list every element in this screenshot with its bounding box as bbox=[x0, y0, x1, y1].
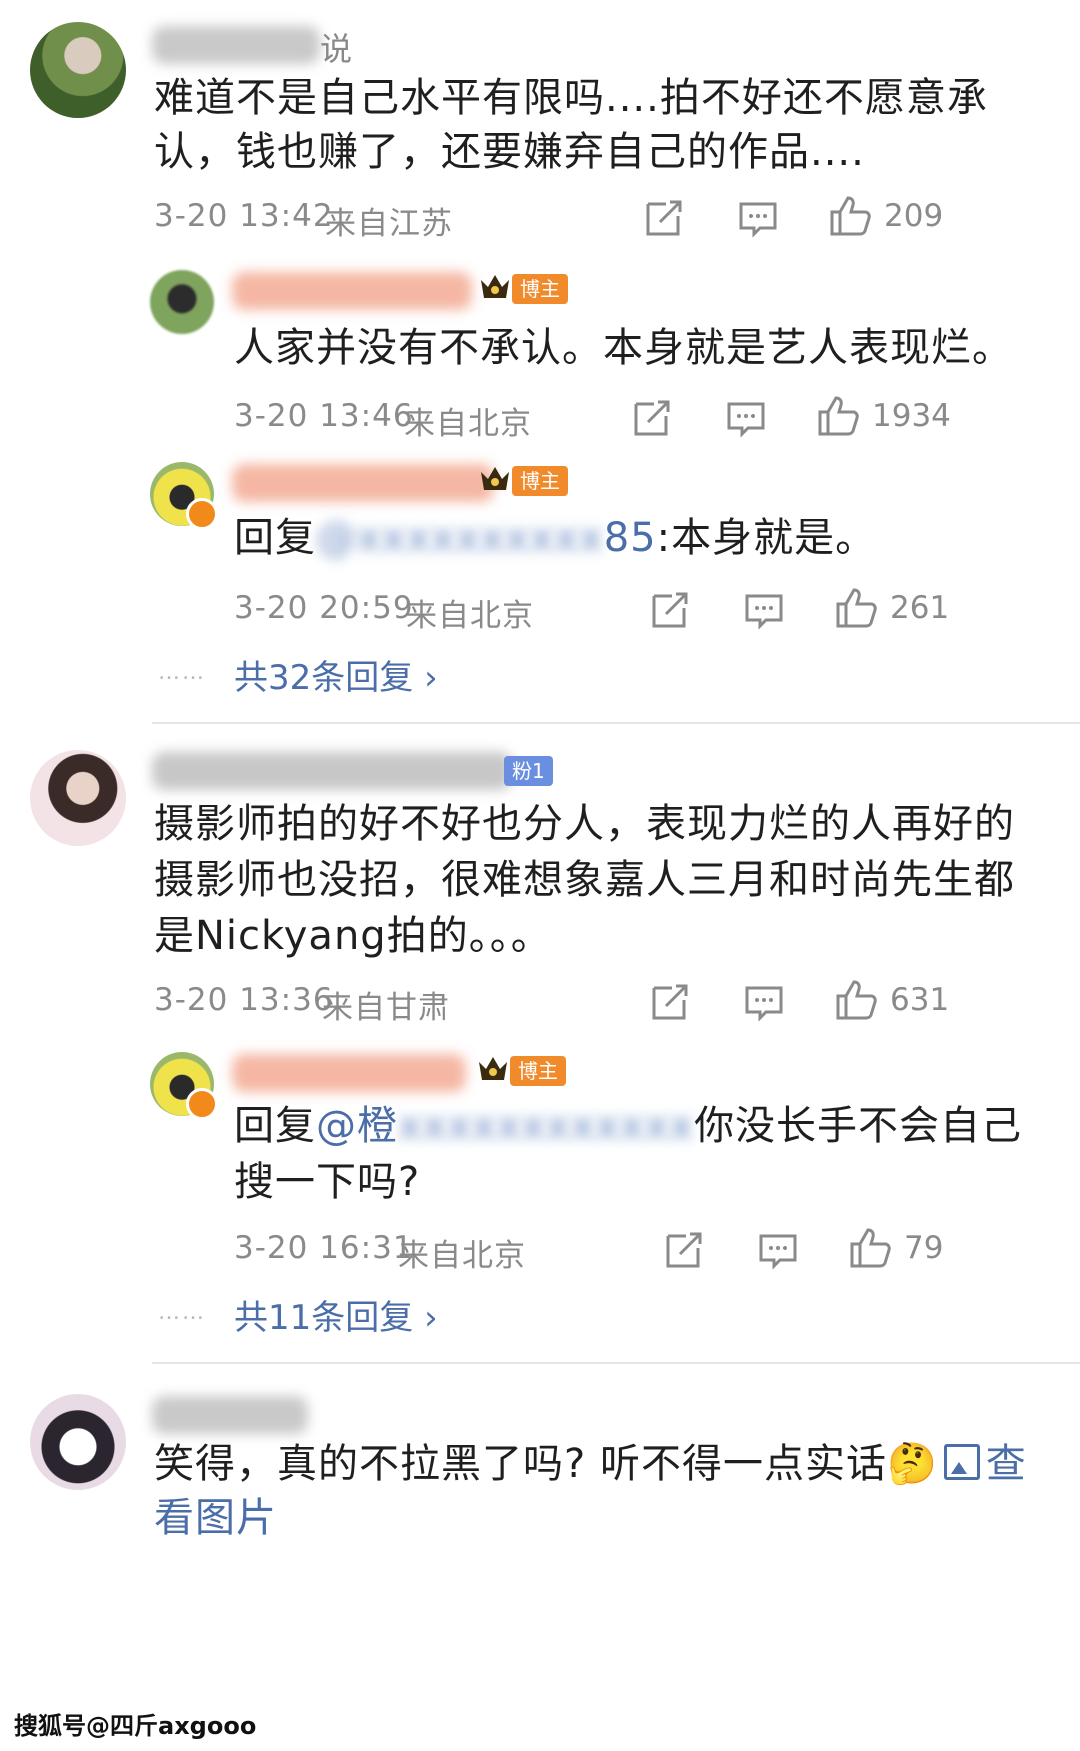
more-dots: …… bbox=[158, 1300, 206, 1325]
like-icon[interactable] bbox=[816, 394, 860, 438]
crown-icon bbox=[478, 270, 512, 304]
thinking-emoji-icon: 🤔 bbox=[886, 1441, 938, 1487]
comment-text-line: 笑得，真的不拉黑了吗? 听不得一点实话🤔 查 bbox=[154, 1434, 1027, 1494]
share-icon[interactable] bbox=[630, 396, 674, 440]
like-icon[interactable] bbox=[828, 194, 872, 238]
comment-text-line: 摄影师也没招，很难想象嘉人三月和时尚先生都 bbox=[154, 857, 1015, 903]
username-blurred[interactable] bbox=[232, 464, 494, 502]
reply-text-line: 搜一下吗? bbox=[234, 1159, 421, 1205]
like-count: 209 bbox=[884, 198, 944, 234]
username-blurred[interactable] bbox=[152, 26, 320, 64]
comment-text-line: 是Nickyang拍的。。。 bbox=[154, 913, 552, 959]
author-badge: 博主 bbox=[512, 274, 568, 304]
crown-icon bbox=[476, 1052, 510, 1086]
avatar[interactable] bbox=[30, 750, 126, 846]
comment-location: 来自甘肃 bbox=[322, 990, 450, 1026]
like-icon[interactable] bbox=[834, 586, 878, 630]
comment-time: 3-20 13:42 bbox=[154, 198, 334, 234]
comment-location: 来自江苏 bbox=[325, 206, 453, 242]
comment-text-line: 难道不是自己水平有限吗....拍不好还不愿意承 bbox=[154, 75, 988, 121]
reply-text: 回复@橙xxxxxxxxxxxx你没长手不会自己 bbox=[234, 1096, 1022, 1156]
reply-text: 人家并没有不承认。本身就是艺人表现烂。 bbox=[234, 325, 1013, 371]
mention-tail[interactable]: 85 bbox=[604, 515, 657, 561]
avatar[interactable] bbox=[30, 1394, 126, 1490]
avatar[interactable] bbox=[30, 22, 126, 118]
view-image-link-line[interactable]: 看图片 bbox=[154, 1488, 277, 1548]
image-icon-glyph bbox=[950, 1462, 967, 1474]
view-image-link[interactable]: 查 bbox=[938, 1441, 1027, 1487]
like-count: 1934 bbox=[872, 398, 951, 434]
avatar[interactable] bbox=[150, 270, 214, 334]
comment-time: 3-20 13:36 bbox=[154, 982, 334, 1018]
username-blurred[interactable] bbox=[152, 1396, 308, 1434]
username-suffix: 说 bbox=[320, 30, 353, 68]
fan-badge: 粉1 bbox=[504, 756, 553, 786]
comment-icon[interactable] bbox=[736, 196, 780, 240]
comment-icon[interactable] bbox=[742, 980, 786, 1024]
crown-icon bbox=[478, 462, 512, 496]
comment-icon[interactable] bbox=[724, 396, 768, 440]
comment-text-line: 认，钱也赚了，还要嫌弃自己的作品.... bbox=[154, 129, 865, 175]
verified-icon bbox=[186, 498, 218, 530]
reply-location: 来自北京 bbox=[406, 598, 534, 634]
more-dots: …… bbox=[158, 660, 206, 685]
comment-icon[interactable] bbox=[756, 1228, 800, 1272]
reply-time: 3-20 16:31 bbox=[234, 1230, 414, 1266]
view-image-label[interactable]: 查 bbox=[986, 1441, 1027, 1487]
like-count: 631 bbox=[890, 982, 950, 1018]
like-count: 79 bbox=[904, 1230, 944, 1266]
comment-icon[interactable] bbox=[742, 588, 786, 632]
divider bbox=[152, 1362, 1080, 1364]
more-replies-link[interactable]: 共11条回复 › bbox=[234, 1290, 438, 1339]
share-icon[interactable] bbox=[648, 980, 692, 1024]
share-icon[interactable] bbox=[662, 1228, 706, 1272]
reply-time: 3-20 13:46 bbox=[234, 398, 414, 434]
divider bbox=[152, 722, 1080, 724]
share-icon[interactable] bbox=[642, 196, 686, 240]
reply-time: 3-20 20:59 bbox=[234, 590, 414, 626]
author-badge: 博主 bbox=[510, 1056, 566, 1086]
username-blurred[interactable] bbox=[232, 1054, 466, 1092]
like-icon[interactable] bbox=[848, 1226, 892, 1270]
mention-head[interactable]: @橙 bbox=[316, 1103, 398, 1149]
image-icon bbox=[943, 1444, 980, 1480]
watermark: 搜狐号@四斤axgooo bbox=[14, 1712, 257, 1740]
reply-text: 回复@xxxxxxxxxx85:本身就是。 bbox=[234, 508, 876, 568]
username-blurred[interactable] bbox=[152, 752, 512, 790]
reply-suffix: 你没长手不会自己 bbox=[694, 1103, 1023, 1149]
verified-icon bbox=[186, 1088, 218, 1120]
reply-location: 来自北京 bbox=[398, 1238, 526, 1274]
reply-location: 来自北京 bbox=[404, 406, 532, 442]
comment-text-line: 摄影师拍的好不好也分人，表现力烂的人再好的 bbox=[154, 801, 1015, 847]
more-replies-link[interactable]: 共32条回复 › bbox=[234, 650, 438, 699]
mention-blurred[interactable]: xxxxxxxxxxxx bbox=[398, 1103, 694, 1149]
reply-prefix: 回复 bbox=[234, 515, 316, 561]
reply-prefix: 回复 bbox=[234, 1103, 316, 1149]
username-blurred[interactable] bbox=[232, 272, 472, 310]
mention-blurred[interactable]: @xxxxxxxxxx bbox=[316, 515, 604, 561]
reply-suffix: :本身就是。 bbox=[656, 515, 877, 561]
share-icon[interactable] bbox=[648, 588, 692, 632]
author-badge: 博主 bbox=[512, 466, 568, 496]
like-icon[interactable] bbox=[834, 978, 878, 1022]
comment-text: 笑得，真的不拉黑了吗? 听不得一点实话 bbox=[154, 1441, 887, 1487]
like-count: 261 bbox=[890, 590, 950, 626]
